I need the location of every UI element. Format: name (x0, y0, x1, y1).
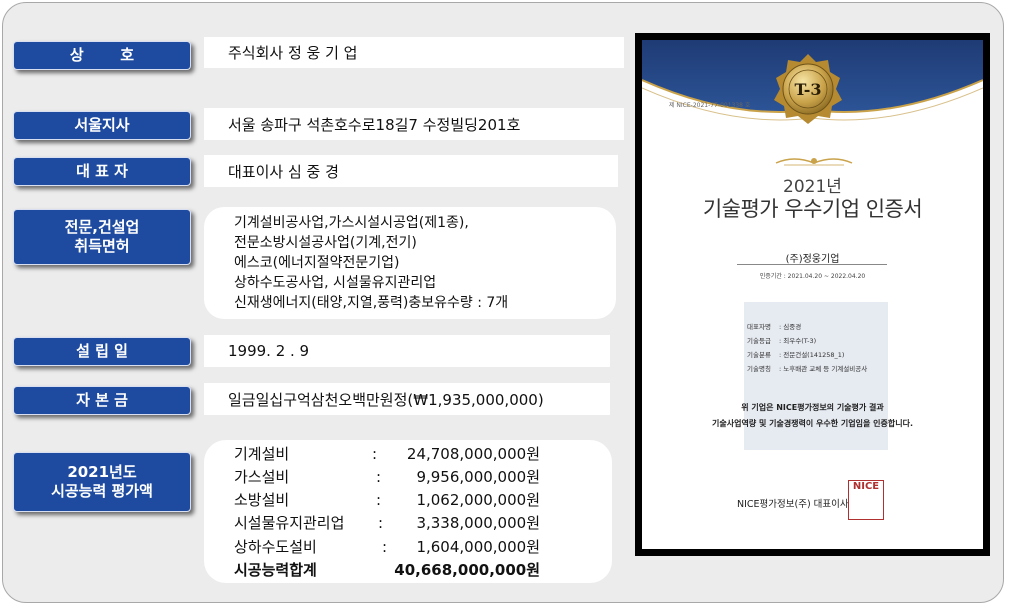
value-ceo: 대표이사 심 중 경 (204, 155, 618, 187)
label-branch: 서울지사 (13, 111, 191, 140)
perf-colon: : (382, 538, 388, 556)
value-capital: 일금일십구억삼천오백만원정(₩1,935,000,000) (204, 383, 610, 415)
label-performance: 2021년도 시공능력 평가액 (13, 452, 191, 512)
certificate-title: 기술평가 우수기업 인증서 (702, 197, 923, 221)
license-line: 신재생에너지(태양,지열,풍력)충보유수량 : 7개 (234, 295, 509, 311)
certificate-doc-no: 제 NICE-2021-77-001338 호 (669, 102, 751, 109)
certificate-detail: 기술분류: 전문건설(141258_1) (747, 351, 845, 359)
label-ceo: 대 표 자 (13, 157, 191, 186)
value-performance: 기계설비 : 24,708,000,000원 가스설비 : 9,956,000,… (204, 440, 612, 583)
perf-total-amount: 40,668,000,000원 (394, 561, 540, 579)
perf-name: 시설물유지관리업 (234, 514, 345, 532)
perf-name: 소방설비 (234, 491, 290, 509)
gold-ornament-icon (775, 158, 853, 166)
value-branch: 서울 송파구 석촌호수로18길7 수정빌딩201호 (204, 108, 624, 140)
certificate-company: (주)정웅기업 (785, 254, 840, 265)
certificate-detail: 기술등급: 최우수(T-3) (747, 337, 817, 345)
certificate-statement: 기술사업역량 및 기술경쟁력이 우수한 기업임을 인증합니다. (712, 419, 913, 428)
perf-amount: 3,338,000,000원 (416, 514, 540, 532)
certificate-period: 인증기간 : 2021.04.20 ~ 2022.04.20 (759, 273, 866, 280)
certificate-statement: 위 기업은 NICE평가정보의 기술평가 결과 (741, 403, 884, 412)
grade-text: T-3 (794, 80, 821, 99)
value-license: 기계설비공사업,가스시설시공업(제1종), 전문소방시설공사업(기계,전기) 에… (204, 207, 616, 319)
certificate-issuer: NICE평가정보(주) 대표이사 (737, 499, 849, 510)
grade-medal-icon: T-3 (774, 54, 842, 124)
perf-amount: 9,956,000,000원 (416, 468, 540, 486)
license-line: 에스코(에너지절약전문기업) (234, 255, 400, 271)
perf-total-name: 시공능력합계 (234, 561, 317, 579)
value-founded: 1999. 2 . 9 (204, 335, 610, 367)
certificate-image: 제 NICE-2021-77-001338 호 T-3 2021년 기술평가 우… (635, 33, 990, 556)
certificate-detail: 대표자명: 심중경 (747, 323, 802, 331)
license-line: 상하수도공사업, 시설물유지관리업 (234, 275, 437, 291)
label-license: 전문,건설업 취득면허 (13, 209, 191, 265)
label-capital: 자 본 금 (13, 386, 191, 415)
label-company: 상 호 (13, 41, 191, 70)
license-line: 기계설비공사업,가스시설시공업(제1종), (234, 215, 469, 231)
perf-name: 상하수도설비 (234, 538, 317, 556)
perf-colon: : (378, 514, 384, 532)
perf-colon: : (372, 445, 378, 463)
label-founded: 설 립 일 (13, 337, 191, 366)
perf-colon: : (376, 491, 382, 509)
perf-amount: 1,604,000,000원 (416, 538, 540, 556)
license-line: 전문소방시설공사업(기계,전기) (234, 235, 417, 251)
company-seal-icon: NICE (848, 480, 884, 520)
certificate-detail: 기술명칭: 노후배관 교체 등 기계설비공사 (747, 365, 868, 373)
perf-name: 기계설비 (234, 445, 290, 463)
perf-amount: 24,708,000,000원 (406, 445, 540, 463)
perf-name: 가스설비 (234, 468, 290, 486)
certificate: 제 NICE-2021-77-001338 호 T-3 2021년 기술평가 우… (642, 40, 983, 549)
value-company: 주식회사 정 웅 기 업 (204, 37, 624, 68)
perf-amount: 1,062,000,000원 (416, 491, 540, 509)
perf-colon: : (376, 468, 382, 486)
